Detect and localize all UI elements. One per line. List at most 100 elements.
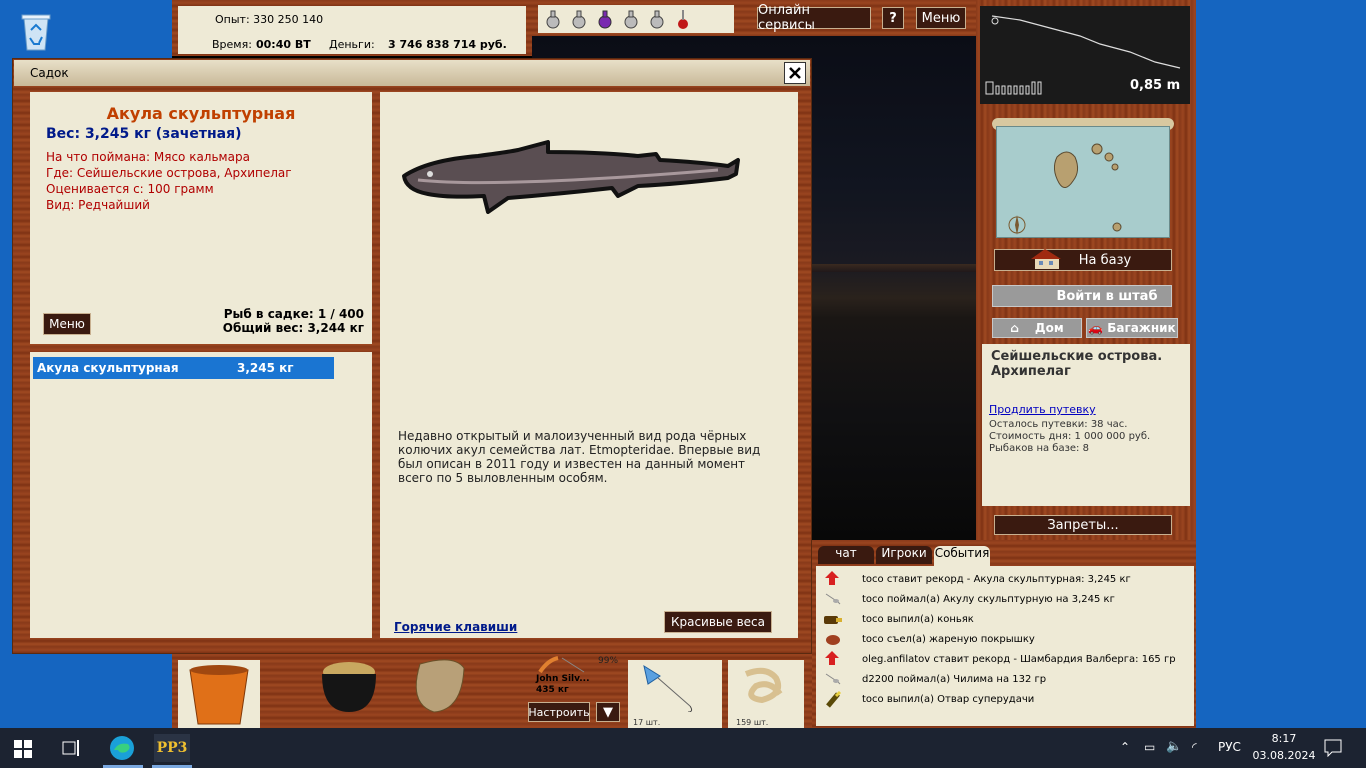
help-button[interactable]: ? (882, 7, 904, 29)
hq-label: Войти в штаб (1056, 288, 1158, 304)
fish-detail-box: Недавно открытый и малоизученный вид род… (380, 92, 798, 638)
where-text: Где: Сейшельские острова, Архипелаг (46, 166, 292, 180)
kind-text: Вид: Редчайший (46, 198, 150, 212)
fishers-text: Рыбаков на базе: 8 (989, 443, 1089, 454)
to-base-button[interactable]: На базу (994, 249, 1172, 271)
clock-time[interactable]: 8:17 (1256, 732, 1312, 745)
potion-flask-icon[interactable] (646, 8, 668, 30)
bait-slot[interactable]: 159 шт. (728, 660, 804, 728)
fish-catch-icon (824, 670, 842, 690)
top-info-box: Опыт: 330 250 140 Время: 00:40 ВТ Деньги… (178, 6, 526, 54)
fish-weight: Вес: 3,245 кг (зачетная) (46, 126, 242, 142)
fish-list: Акула скульптурная 3,245 кг (30, 352, 372, 638)
language-indicator[interactable]: РУС (1218, 740, 1241, 754)
event-item: toco поймал(а) Акулу скульптурную на 3,2… (862, 594, 1115, 605)
rated-from-text: Оценивается с: 100 грамм (46, 182, 214, 196)
cauldron-icon[interactable] (316, 656, 382, 716)
fish-name-title: Акула скульптурная (106, 104, 296, 123)
event-item: toco ставит рекорд - Акула скульптурная:… (862, 574, 1131, 585)
tab-chat[interactable]: чат (818, 546, 874, 564)
bottle-icon (824, 690, 842, 712)
network-icon[interactable]: ◜ (1192, 740, 1197, 754)
exp-label: Опыт: (215, 13, 250, 26)
notification-icon[interactable] (1324, 739, 1342, 761)
total-weight: Общий вес: 3,244 кг (222, 321, 364, 335)
rod-name: John Silv... (536, 674, 590, 684)
location-info-box: Сейшельские острова. Архипелаг Продлить … (982, 344, 1190, 506)
map-image (996, 126, 1170, 238)
extend-trip-link[interactable]: Продлить путевку (989, 403, 1096, 416)
bucket-slot[interactable] (178, 660, 260, 728)
game-app-label: РР3 (156, 740, 188, 756)
bans-button[interactable]: Запреты... (994, 515, 1172, 535)
event-item: oleg.anfilatov ставит рекорд - Шамбардия… (862, 654, 1176, 665)
event-item: toco съел(а) жареную покрышку (862, 634, 1035, 645)
cost-text: Стоимость дня: 1 000 000 руб. (989, 431, 1151, 442)
shark-image (402, 140, 740, 214)
remaining-text: Осталось путевки: 38 час. (989, 419, 1128, 430)
exp-value: 330 250 140 (253, 13, 324, 26)
list-item-weight: 3,245 кг (237, 361, 294, 375)
record-arrow-icon (824, 650, 840, 670)
fish-description: Недавно открытый и малоизученный вид род… (398, 429, 761, 485)
rod-slot[interactable]: 99% John Silv... 435 кг (528, 656, 622, 696)
list-item[interactable]: Акула скульптурная 3,245 кг (33, 357, 334, 379)
fish-count: Рыб в садке: 1 / 400 (223, 307, 364, 321)
chevron-up-icon[interactable]: ⌃ (1120, 740, 1130, 754)
potion-red-icon[interactable] (672, 8, 694, 30)
food-icon (824, 630, 842, 650)
rod-percent: 99% (598, 656, 619, 666)
dialog-menu-button[interactable]: Меню (43, 313, 91, 335)
potion-flask-icon[interactable] (542, 8, 564, 30)
dropdown-arrow-icon[interactable]: ▼ (596, 702, 620, 722)
events-list: toco ставит рекорд - Акула скульптурная:… (816, 566, 1194, 726)
windows-start-icon[interactable] (14, 740, 32, 762)
bucket-icon (189, 665, 249, 725)
car-icon: 🚗 (1088, 321, 1104, 335)
volume-icon[interactable]: 🔈 (1166, 739, 1182, 754)
money-label: Деньги: (329, 38, 375, 51)
home-label: Дом (1034, 321, 1064, 335)
game-app-icon[interactable]: РР3 (154, 734, 190, 762)
lure-slot[interactable]: 17 шт. (628, 660, 722, 728)
potion-flask-icon[interactable] (620, 8, 642, 30)
potion-purple-icon[interactable] (594, 8, 616, 30)
clock-date[interactable]: 03.08.2024 (1250, 749, 1318, 762)
event-item: toco выпил(а) коньяк (862, 614, 974, 625)
depth-value: 0,85 m (1130, 78, 1181, 93)
time-label: Время: (212, 38, 252, 51)
taskbar: РР3 ⌃ ▭ 🔈 ◜ РУС 8:17 03.08.2024 (0, 728, 1366, 768)
potion-flask-icon[interactable] (568, 8, 590, 30)
depth-graph: 0,85 m (980, 6, 1190, 104)
time-value: 00:40 ВТ (256, 38, 311, 51)
feeder-icon (643, 664, 693, 712)
setup-button[interactable]: Настроить (528, 702, 590, 722)
home-button[interactable]: ⌂ Дом (992, 318, 1082, 338)
net-bag-icon[interactable] (404, 654, 474, 716)
caught-on-text: На что поймана: Мясо кальмара (46, 150, 250, 164)
fish-info-box: Акула скульптурная Вес: 3,245 кг (зачетн… (30, 92, 372, 344)
tab-players[interactable]: Игроки (876, 546, 932, 564)
location-map[interactable] (992, 118, 1174, 238)
hq-button[interactable]: Войти в штаб (992, 285, 1172, 307)
location-title: Сейшельские острова. Архипелаг (991, 349, 1163, 379)
bottle-icon (822, 610, 844, 630)
menu-button[interactable]: Меню (916, 7, 966, 29)
hotkeys-link[interactable]: Горячие клавиши (394, 620, 517, 634)
close-icon[interactable] (784, 62, 806, 84)
potions-tray (538, 5, 734, 33)
nice-weights-button[interactable]: Красивые веса (664, 611, 772, 633)
edge-browser-icon[interactable] (108, 734, 138, 762)
battery-icon[interactable]: ▭ (1144, 740, 1155, 754)
slot1-count: 17 шт. (633, 718, 661, 727)
slot2-count: 159 шт. (736, 718, 769, 727)
trunk-button[interactable]: 🚗 Багажник (1086, 318, 1178, 338)
tab-events[interactable]: События (934, 546, 990, 566)
recycle-bin-icon[interactable] (16, 10, 56, 52)
task-view-icon[interactable] (62, 739, 82, 761)
house-icon (1027, 247, 1067, 275)
list-item-name: Акула скульптурная (37, 361, 179, 375)
event-item: d2200 поймал(а) Чилима на 132 гр (862, 674, 1047, 685)
dialog-title: Садок (30, 66, 69, 80)
online-services-button[interactable]: Онлайн сервисы (757, 3, 871, 33)
